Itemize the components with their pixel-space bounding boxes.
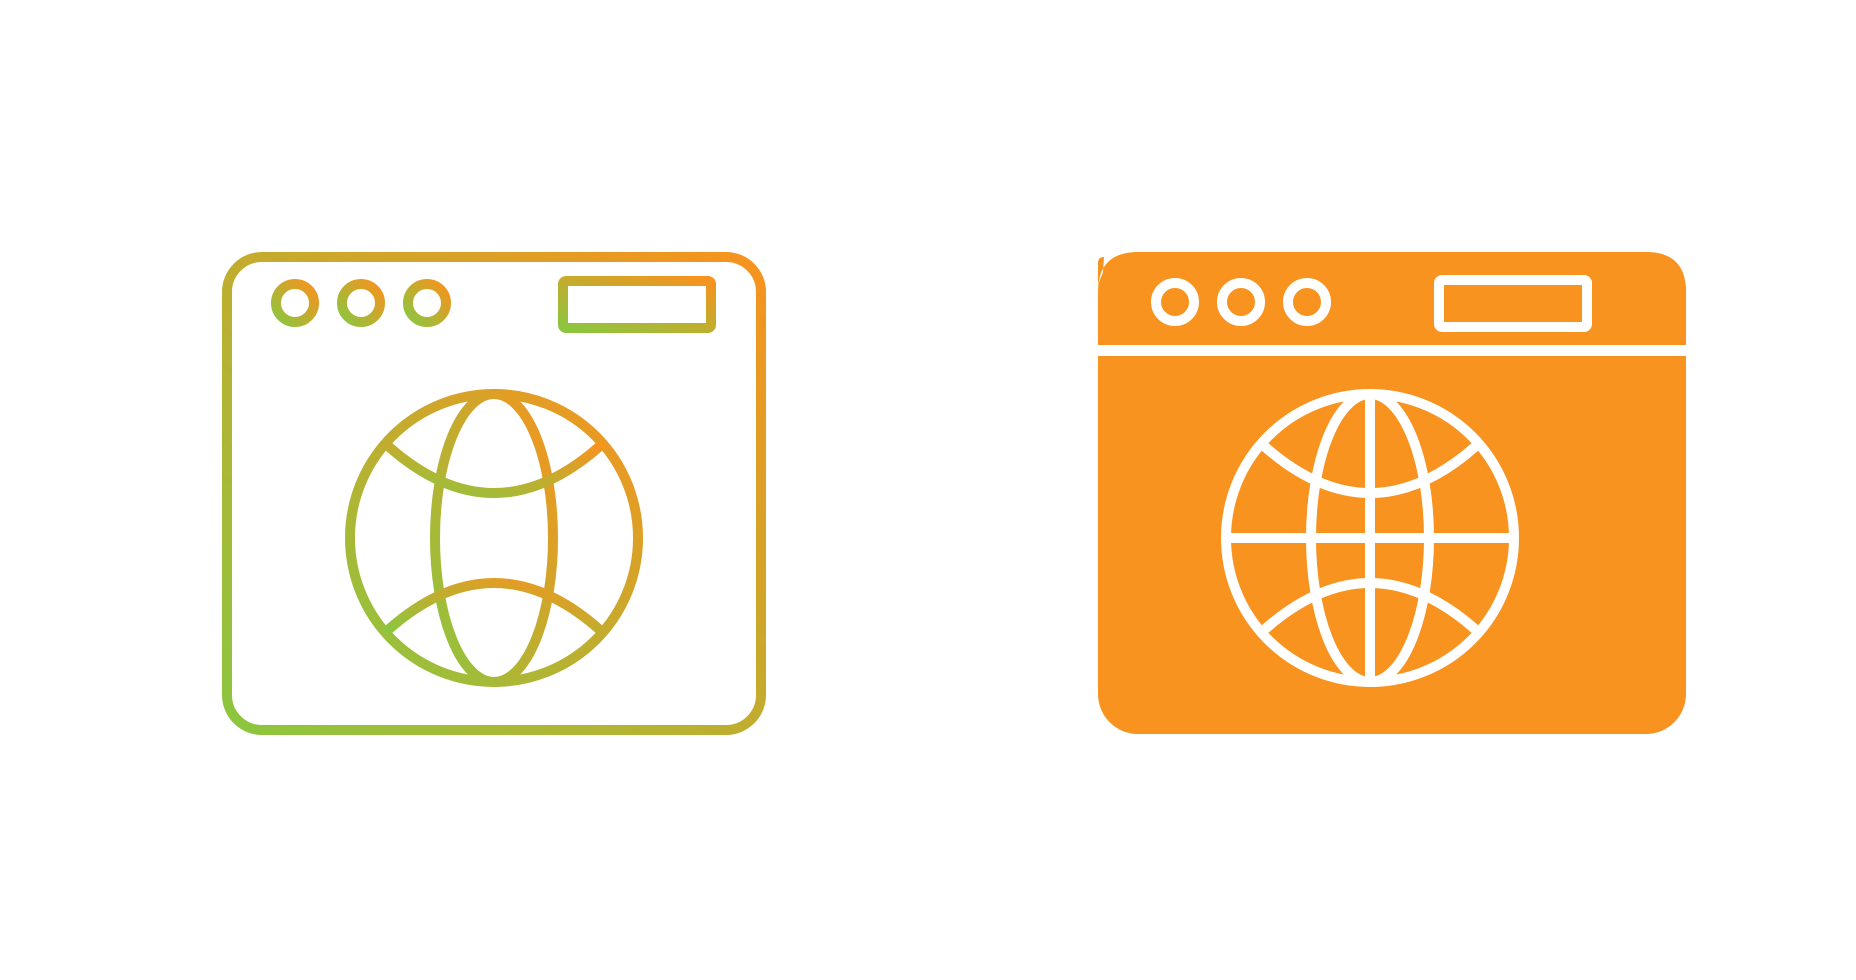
browser-globe-filled-icon: [928, 0, 1856, 980]
browser-globe-outline-icon: [0, 0, 928, 980]
globe-icon: [345, 389, 643, 687]
window-dot-1: [271, 279, 319, 327]
window-dot-3: [403, 279, 451, 327]
window-dot-2: [337, 279, 385, 327]
address-bar: [558, 276, 716, 333]
globe-icon: [1221, 389, 1519, 687]
icon-canvas: [0, 0, 1856, 980]
